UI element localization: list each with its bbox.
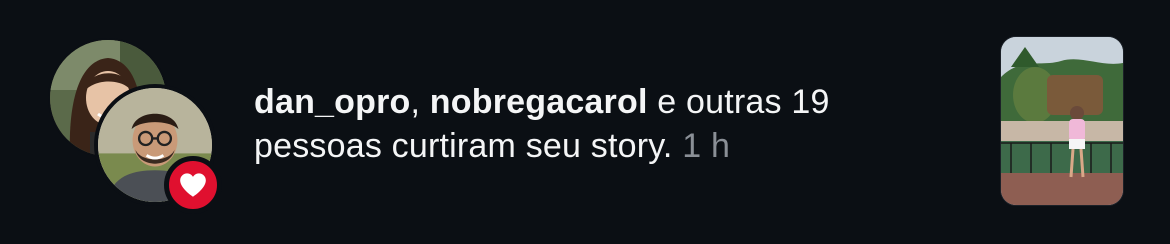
like-badge bbox=[164, 156, 222, 214]
username-link-2[interactable]: nobregacarol bbox=[430, 83, 648, 121]
message-line2: pessoas curtiram seu story. bbox=[254, 127, 673, 165]
story-thumbnail[interactable] bbox=[1000, 36, 1124, 206]
name-separator: , bbox=[410, 83, 430, 121]
notification-row[interactable]: dan_opro, nobregacarol e outras 19 pesso… bbox=[0, 0, 1170, 244]
heart-icon bbox=[180, 173, 206, 197]
message-line1-rest: e outras 19 bbox=[647, 83, 830, 121]
timestamp: 1 h bbox=[682, 127, 731, 165]
notification-text: dan_opro, nobregacarol e outras 19 pesso… bbox=[254, 80, 954, 168]
username-link-1[interactable]: dan_opro bbox=[254, 83, 411, 121]
